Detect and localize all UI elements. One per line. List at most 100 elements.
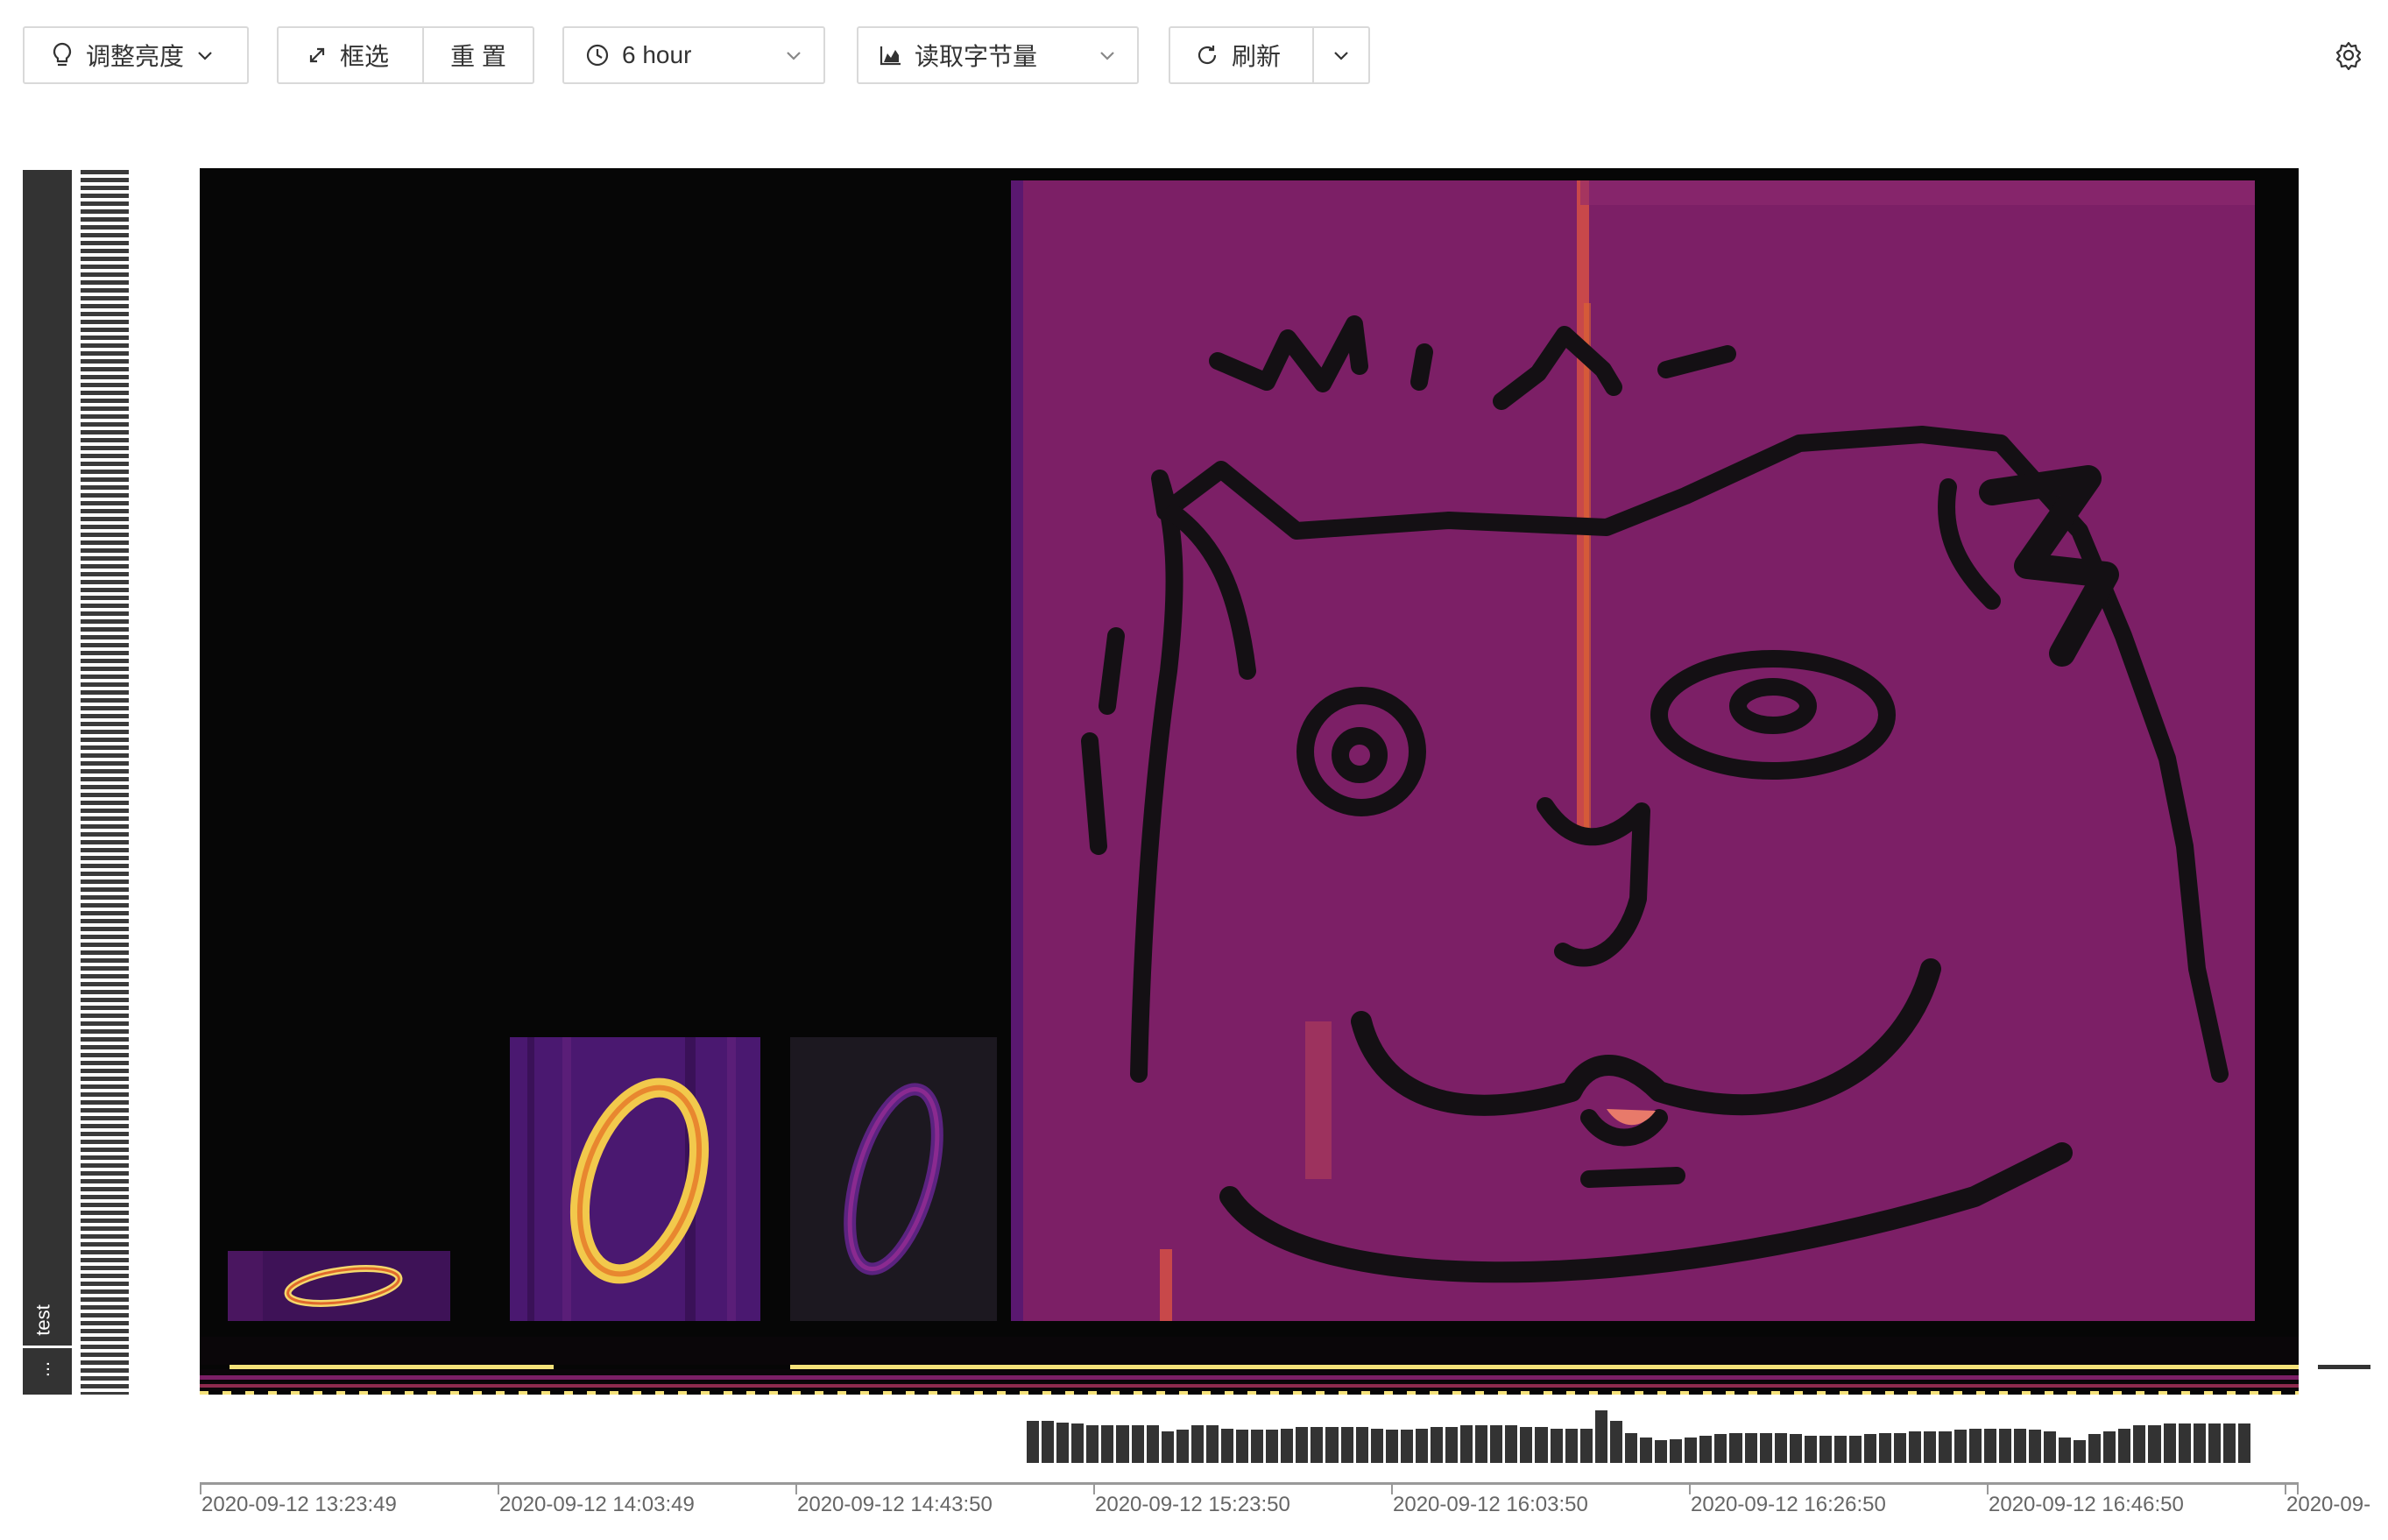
histogram-bar: [1415, 1428, 1428, 1463]
box-select-label: 框选: [340, 43, 390, 70]
histogram-bar: [1565, 1428, 1578, 1463]
histogram-bar: [1176, 1430, 1189, 1463]
expand-arrows-icon: [307, 45, 328, 66]
histogram-bar: [1131, 1425, 1144, 1463]
histogram-bar: [1833, 1436, 1847, 1463]
histogram-bar: [2074, 1440, 2087, 1463]
histogram-bar: [1699, 1436, 1713, 1463]
histogram-bar: [1670, 1438, 1683, 1463]
histogram-bar: [1460, 1425, 1473, 1463]
refresh-interval-dropdown[interactable]: [1314, 28, 1368, 82]
settings-gear-icon[interactable]: [2334, 40, 2363, 71]
histogram-bar: [1624, 1432, 1637, 1463]
time-axis-tick-label: 2020-09-12 16:46:50: [1989, 1493, 2184, 1516]
histogram-bar: [1266, 1430, 1279, 1463]
table-rail[interactable]: test ...: [23, 170, 72, 1395]
time-axis-tick: [2297, 1482, 2299, 1494]
histogram-bar: [2208, 1423, 2221, 1463]
histogram-bar: [1340, 1426, 1353, 1463]
row-ruler: [81, 170, 129, 1395]
histogram-bar: [1251, 1430, 1264, 1463]
heatmap-panel-main: [1011, 180, 2255, 1321]
histogram-bar: [1924, 1431, 1937, 1463]
histogram-bar: [1939, 1431, 1952, 1463]
histogram-bar: [2013, 1428, 2026, 1463]
histogram-bar: [1400, 1430, 1413, 1463]
histogram-bar: [2148, 1425, 2161, 1463]
histogram-bar: [2237, 1423, 2250, 1463]
heatmap-band-orange: [200, 1384, 2299, 1388]
histogram-bar: [1879, 1432, 1892, 1463]
reset-button[interactable]: 重 置: [424, 28, 533, 82]
histogram: [1027, 1410, 2253, 1463]
refresh-label: 刷新: [1232, 43, 1282, 70]
histogram-bar: [1445, 1426, 1459, 1463]
toolbar: 调整亮度 框选 重 置 6 hour 读取字节量 刷新: [0, 0, 2388, 114]
time-axis-tick-label: 2020-09-12 14:03:49: [499, 1493, 695, 1516]
histogram-bar: [1236, 1430, 1249, 1463]
heatmap-panel-3: [790, 1037, 997, 1321]
histogram-bar: [2028, 1430, 2041, 1463]
histogram-bar: [1311, 1426, 1324, 1463]
histogram-bar: [1205, 1425, 1219, 1463]
histogram-bar: [2059, 1437, 2072, 1463]
heatmap-panel-2: [510, 1037, 760, 1321]
histogram-bar: [1490, 1425, 1503, 1463]
histogram-bar: [1161, 1431, 1174, 1463]
histogram-bar: [1385, 1430, 1398, 1463]
histogram-bar: [1789, 1434, 1802, 1463]
histogram-bar: [1146, 1425, 1159, 1463]
histogram-bar: [1086, 1425, 1099, 1463]
histogram-bar: [1281, 1428, 1294, 1463]
metric-select[interactable]: 读取字节量: [857, 26, 1139, 84]
heatmap-panel-1: [228, 1251, 450, 1321]
histogram-bar: [1983, 1428, 1996, 1463]
histogram-bar: [1998, 1428, 2011, 1463]
brightness-button[interactable]: 调整亮度: [23, 26, 249, 84]
histogram-bar: [1042, 1421, 1055, 1463]
table-label-test[interactable]: test: [23, 1293, 72, 1346]
box-select-button[interactable]: 框选: [279, 28, 422, 82]
reset-label: 重 置: [450, 43, 506, 70]
heatmap-canvas[interactable]: [200, 168, 2299, 1395]
histogram-bar: [1370, 1428, 1383, 1463]
refresh-button[interactable]: 刷新: [1170, 28, 1312, 82]
histogram-bar: [1594, 1410, 1607, 1463]
heatmap-band-dots: [200, 1391, 2299, 1395]
histogram-bar: [1056, 1422, 1070, 1463]
histogram-bar: [1505, 1425, 1518, 1463]
time-axis-tick-label: 2020-09-12 15:23:50: [1095, 1493, 1290, 1516]
selection-group: 框选 重 置: [277, 26, 534, 84]
histogram-bar: [2103, 1431, 2116, 1463]
time-axis: [200, 1482, 2299, 1485]
histogram-bar: [2118, 1428, 2131, 1463]
histogram-bar: [1819, 1436, 1832, 1463]
heatmap-scroll-marker[interactable]: [2318, 1365, 2370, 1369]
time-axis-tick-label: 2020-09-12 14:43:50: [797, 1493, 993, 1516]
histogram-bar: [1909, 1431, 1922, 1463]
histogram-bar: [1609, 1421, 1622, 1463]
histogram-bar: [1864, 1434, 1877, 1463]
histogram-bar: [1640, 1437, 1653, 1463]
clock-icon: [585, 43, 610, 67]
time-axis-tick-label: 2020-09-12 16:26:50: [1691, 1493, 1886, 1516]
histogram-bar: [1355, 1426, 1368, 1463]
histogram-bar: [1535, 1426, 1548, 1463]
histogram-bar: [1953, 1430, 1967, 1463]
histogram-bar: [1520, 1426, 1533, 1463]
table-label-more[interactable]: ...: [23, 1353, 72, 1391]
chevron-down-icon: [196, 49, 214, 61]
bulb-icon: [51, 42, 74, 68]
histogram-bar: [1685, 1437, 1698, 1463]
histogram-bar: [1655, 1440, 1668, 1463]
histogram-bar: [2193, 1423, 2206, 1463]
histogram-bar: [1894, 1432, 1907, 1463]
histogram-bar: [1968, 1428, 1982, 1463]
time-range-select[interactable]: 6 hour: [562, 26, 825, 84]
histogram-bar: [1190, 1425, 1204, 1463]
metric-value: 读取字节量: [915, 43, 1038, 70]
histogram-bar: [1325, 1426, 1339, 1463]
heatmap-band-yellow: [200, 1365, 2299, 1369]
histogram-bar: [1579, 1428, 1593, 1463]
refresh-group: 刷新: [1169, 26, 1370, 84]
